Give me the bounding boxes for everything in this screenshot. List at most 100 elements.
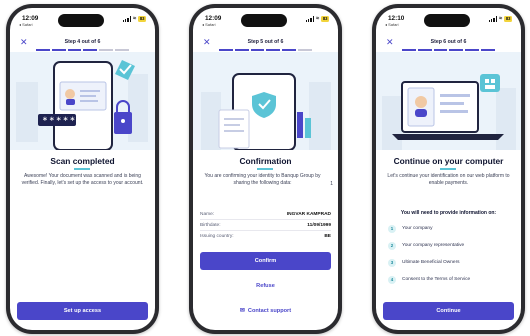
list-item: 2 Your company representative — [388, 237, 513, 254]
battery-icon: 83 — [138, 16, 146, 22]
page-description: Let's continue your identification on ou… — [387, 173, 510, 186]
title-underline — [440, 168, 456, 170]
progress-bar — [402, 49, 495, 51]
status-icons: ≈ 83 — [305, 16, 329, 22]
list-item: 3 Ultimate Beneficial Owners — [388, 254, 513, 271]
status-icons: ≈ 83 — [488, 16, 512, 22]
step-indicator: Step 5 out of 6 — [247, 39, 284, 45]
data-label: Issuing country: — [200, 234, 234, 239]
page-description: Awesome! Your document was scanned and i… — [21, 173, 144, 186]
back-to-safari-link[interactable]: ◂ Safari — [385, 22, 399, 27]
list-item-label: Your company representative — [402, 243, 465, 248]
progress-segment — [36, 49, 50, 51]
page-description: You are confirming your identity to Banq… — [204, 173, 321, 186]
list-item-label: Consent to the Terms of Service — [402, 277, 471, 282]
step-number-badge: 2 — [388, 241, 396, 250]
stage: 12:09 ◂ Safari ≈ 83 ✕ Step 4 out of 6 ∗∗… — [0, 0, 530, 336]
title-underline — [257, 168, 273, 170]
progress-segment — [83, 49, 98, 51]
list-item: 4 Consent to the Terms of Service — [388, 271, 513, 288]
phone-scan-illustration — [16, 60, 148, 150]
progress-segment — [51, 49, 66, 51]
data-label: Name: — [200, 211, 215, 217]
progress-segment — [282, 49, 297, 51]
step-number-badge: 4 — [388, 275, 396, 284]
contact-support-link[interactable]: ✉ Contact support — [193, 307, 338, 314]
step-indicator: Step 6 out of 6 — [430, 39, 467, 45]
page-title: Scan completed — [50, 156, 115, 166]
dynamic-island — [424, 14, 470, 27]
phone-shield-illustration — [201, 73, 331, 150]
computer-illustration — [376, 52, 521, 150]
password-stars: ∗∗∗∗∗ — [42, 116, 77, 123]
data-value: BE — [324, 234, 331, 239]
signal-icon — [305, 16, 315, 22]
wifi-icon: ≈ — [133, 16, 137, 22]
list-item: 1 Your company — [388, 220, 513, 237]
data-row-name: Name: INGVAR KAMPRAD — [200, 209, 331, 220]
list-item-label: Ultimate Beneficial Owners — [402, 260, 460, 265]
scan-illustration: ∗∗∗∗∗ — [10, 52, 155, 150]
screen: 12:09 ◂ Safari ≈ 83 ✕ Step 4 out of 6 ∗∗… — [10, 8, 155, 330]
confirm-button[interactable]: Confirm — [200, 252, 331, 270]
dynamic-island — [58, 14, 104, 27]
progress-segment — [234, 49, 249, 51]
data-row-birthdate: Birthdate: 11/09/1999 — [200, 220, 331, 231]
data-row-country: Issuing country: BE — [200, 231, 331, 242]
progress-bar — [36, 49, 129, 51]
list-item-label: Your company — [402, 226, 433, 231]
progress-segment — [449, 49, 464, 51]
battery-icon: 83 — [321, 16, 329, 22]
progress-segment — [115, 49, 129, 51]
status-time: 12:10 — [388, 15, 405, 22]
battery-icon: 83 — [504, 16, 512, 22]
confirmation-illustration — [193, 52, 338, 150]
progress-segment — [219, 49, 233, 51]
status-icons: ≈ 83 — [122, 16, 146, 22]
set-up-access-button[interactable]: Set up access — [17, 302, 148, 320]
phone-step-4: 12:09 ◂ Safari ≈ 83 ✕ Step 4 out of 6 ∗∗… — [6, 4, 159, 334]
status-time: 12:09 — [22, 15, 39, 22]
progress-segment — [481, 49, 495, 51]
progress-bar — [219, 49, 312, 51]
progress-segment — [465, 49, 480, 51]
progress-segment — [402, 49, 416, 51]
step-indicator: Step 4 out of 6 — [64, 39, 101, 45]
data-value: 11/09/1999 — [307, 222, 331, 228]
progress-segment — [298, 49, 312, 51]
screen: 12:10 ◂ Safari ≈ 83 ✕ Step 6 out of 6 Co… — [376, 8, 521, 330]
laptop-illustration — [382, 74, 516, 150]
title-underline — [74, 168, 90, 170]
phone-step-6: 12:10 ◂ Safari ≈ 83 ✕ Step 6 out of 6 Co… — [372, 4, 525, 334]
step-number-badge: 1 — [388, 224, 396, 233]
data-value: INGVAR KAMPRAD — [286, 211, 331, 217]
wifi-icon: ≈ — [499, 16, 503, 22]
side-number: 1 — [330, 181, 333, 187]
dynamic-island — [241, 14, 287, 27]
page-title: Continue on your computer — [393, 156, 504, 166]
requirements-title: You will need to provide information on: — [400, 210, 497, 216]
shared-data-list: Name: INGVAR KAMPRAD Birthdate: 11/09/19… — [200, 209, 331, 242]
step-number-badge: 3 — [388, 258, 396, 267]
contact-support-label: Contact support — [247, 308, 292, 314]
progress-segment — [433, 49, 448, 51]
refuse-link[interactable]: Refuse — [193, 283, 338, 289]
screen: 12:09 ◂ Safari ≈ 83 ✕ Step 5 out of 6 Co… — [193, 8, 338, 330]
progress-segment — [417, 49, 432, 51]
data-label: Birthdate: — [200, 222, 221, 228]
mail-icon: ✉ — [239, 308, 245, 314]
status-time: 12:09 — [205, 15, 222, 22]
back-to-safari-link[interactable]: ◂ Safari — [202, 22, 216, 27]
progress-segment — [250, 49, 265, 51]
signal-icon — [122, 16, 132, 22]
wifi-icon: ≈ — [316, 16, 320, 22]
progress-segment — [99, 49, 114, 51]
progress-segment — [67, 49, 82, 51]
page-title: Confirmation — [239, 156, 292, 166]
progress-segment — [266, 49, 281, 51]
phone-step-5: 12:09 ◂ Safari ≈ 83 ✕ Step 5 out of 6 Co… — [189, 4, 342, 334]
continue-button[interactable]: Continue — [383, 302, 514, 320]
requirements-list: 1 Your company 2 Your company representa… — [388, 220, 513, 288]
back-to-safari-link[interactable]: ◂ Safari — [19, 22, 33, 27]
signal-icon — [488, 16, 498, 22]
